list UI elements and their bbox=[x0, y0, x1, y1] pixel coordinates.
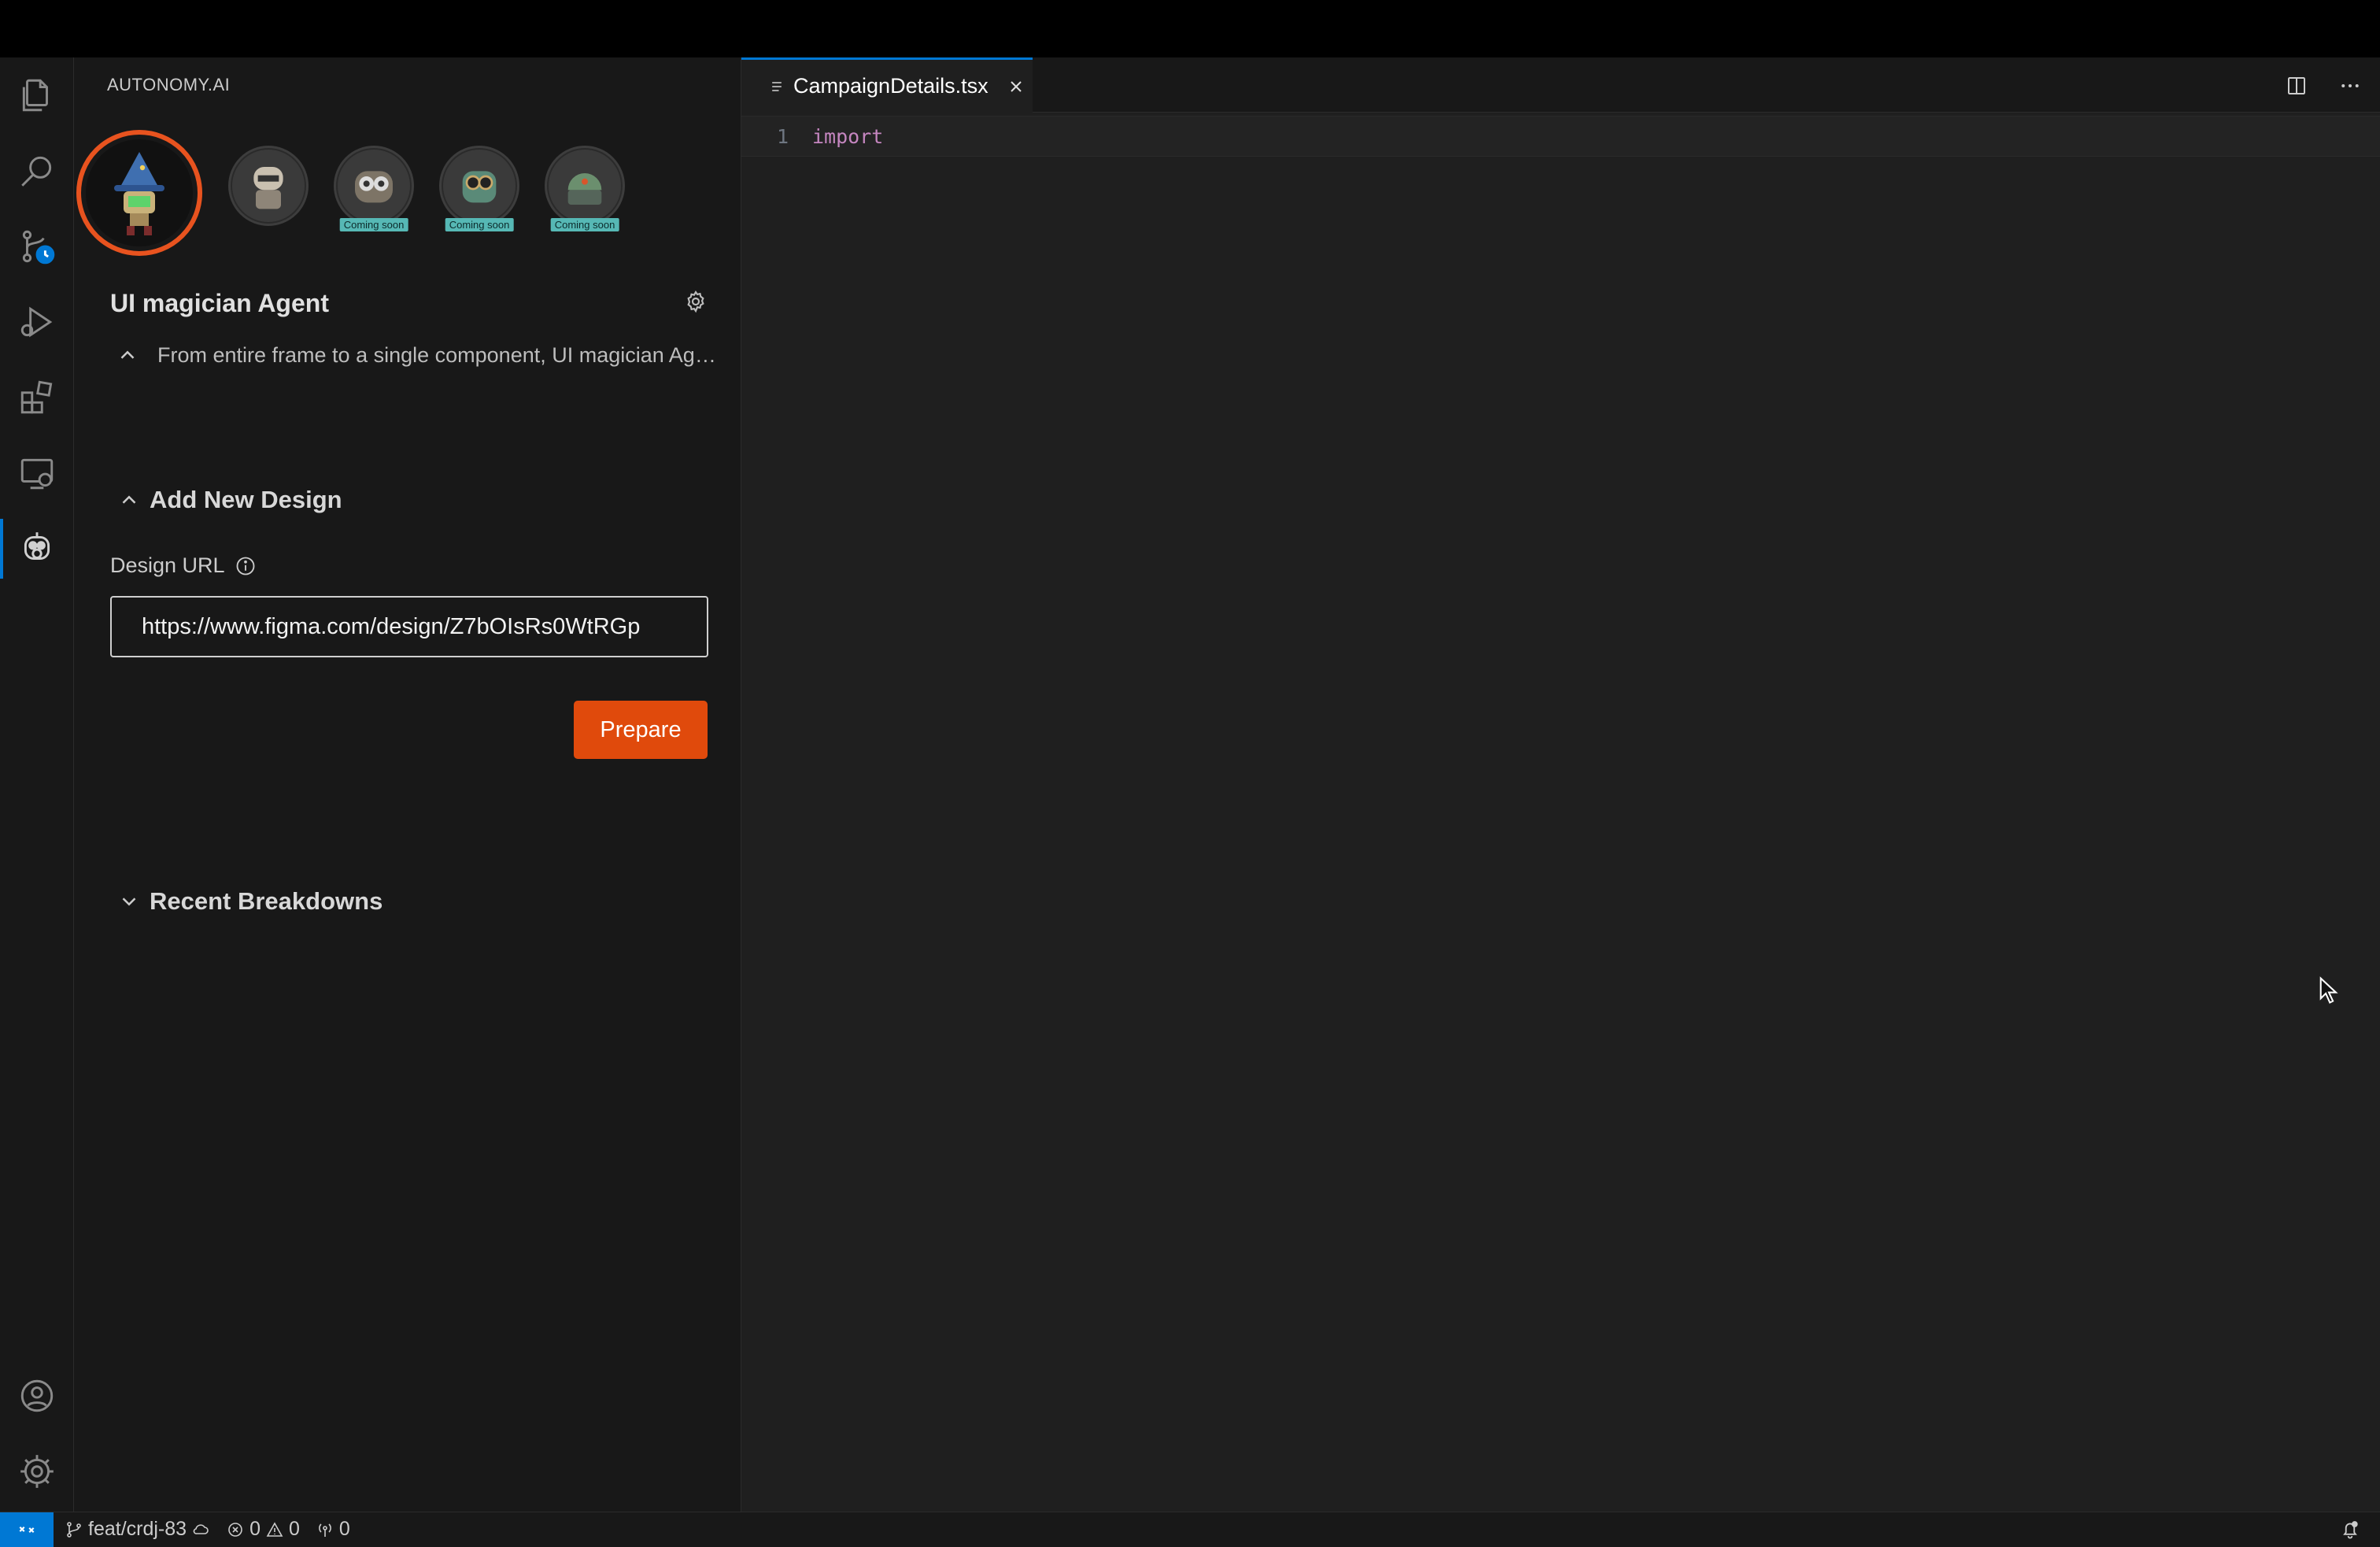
agent-title: UI magician Agent bbox=[110, 289, 329, 317]
recent-breakdowns-heading: Recent Breakdowns bbox=[150, 887, 383, 915]
coming-soon-badge: Coming soon bbox=[339, 218, 408, 231]
broadcast-icon bbox=[318, 1523, 331, 1537]
ports-count: 0 bbox=[338, 1518, 350, 1540]
design-url-label: Design URL bbox=[110, 553, 225, 577]
error-count: 0 bbox=[249, 1518, 261, 1540]
tab-campaign-details[interactable]: CampaignDetails.tsx bbox=[741, 57, 1033, 113]
coming-soon-badge: Coming soon bbox=[445, 218, 514, 231]
error-icon bbox=[228, 1522, 242, 1537]
remote-indicator[interactable] bbox=[0, 1512, 54, 1547]
extensions-icon[interactable] bbox=[0, 360, 74, 435]
line-number: 1 bbox=[776, 124, 789, 148]
agent-selector: Coming soon Coming soon Coming soon bbox=[74, 130, 741, 264]
branch-name: feat/crdj-83 bbox=[88, 1518, 187, 1540]
source-control-icon[interactable] bbox=[0, 209, 74, 284]
account-icon[interactable] bbox=[0, 1358, 74, 1434]
mouse-pointer-icon bbox=[2319, 976, 2342, 1008]
remote-explorer-icon[interactable] bbox=[0, 435, 74, 511]
agent-description-row[interactable]: From entire frame to a single component,… bbox=[113, 341, 735, 369]
git-branch-icon bbox=[67, 1521, 81, 1538]
ports-indicator[interactable]: 0 bbox=[316, 1518, 350, 1541]
editor-tab-bar: CampaignDetails.tsx bbox=[741, 57, 2380, 113]
green-robot-avatar bbox=[443, 150, 516, 222]
agent-settings-gear-icon[interactable] bbox=[680, 286, 711, 317]
problems-indicator[interactable]: 0 0 bbox=[226, 1518, 300, 1541]
activity-bar bbox=[0, 57, 74, 1512]
chevron-down-icon bbox=[115, 887, 143, 916]
agent-avatar-2[interactable] bbox=[228, 146, 309, 226]
design-url-input[interactable] bbox=[110, 596, 708, 657]
search-icon[interactable] bbox=[0, 133, 74, 209]
chevron-up-icon bbox=[115, 486, 143, 514]
info-icon[interactable] bbox=[235, 555, 257, 577]
wizard-robot-avatar bbox=[86, 139, 193, 246]
editor-actions bbox=[2281, 70, 2366, 102]
split-editor-icon[interactable] bbox=[2281, 70, 2312, 102]
prepare-button[interactable]: Prepare bbox=[574, 701, 708, 759]
code-line[interactable]: 1 import bbox=[741, 116, 2380, 157]
status-bar: feat/crdj-83 0 0 0 bbox=[0, 1512, 2380, 1547]
autonomy-sidebar: AUTONOMY.AI Coming soon Coming soon Comi… bbox=[74, 57, 741, 1512]
warning-count: 0 bbox=[288, 1518, 300, 1540]
design-url-label-row: Design URL bbox=[110, 553, 257, 578]
notifications-bell-icon[interactable] bbox=[2339, 1519, 2361, 1541]
branch-indicator[interactable]: feat/crdj-83 bbox=[65, 1518, 210, 1541]
chevron-up-icon[interactable] bbox=[113, 341, 142, 369]
window-title-bar bbox=[0, 0, 2380, 57]
cloud-sync-icon bbox=[193, 1523, 209, 1534]
agent-avatar-3[interactable]: Coming soon bbox=[334, 146, 414, 231]
run-debug-icon[interactable] bbox=[0, 284, 74, 360]
agent-avatar-4[interactable]: Coming soon bbox=[439, 146, 519, 231]
goggle-robot-avatar bbox=[338, 150, 410, 222]
dome-robot-avatar bbox=[549, 150, 621, 222]
autonomy-agent-icon[interactable] bbox=[0, 511, 74, 587]
close-icon[interactable] bbox=[1006, 76, 1026, 97]
recent-breakdowns-header[interactable]: Recent Breakdowns bbox=[115, 887, 382, 916]
code-text[interactable]: import bbox=[803, 125, 883, 148]
file-lines-icon bbox=[768, 78, 785, 95]
add-new-design-header[interactable]: Add New Design bbox=[115, 486, 342, 514]
more-actions-icon[interactable] bbox=[2334, 70, 2366, 102]
explorer-icon[interactable] bbox=[0, 57, 74, 133]
sidebar-title: AUTONOMY.AI bbox=[107, 75, 231, 94]
agent-avatar-5[interactable]: Coming soon bbox=[545, 146, 625, 231]
coming-soon-badge: Coming soon bbox=[550, 218, 619, 231]
agent-description: From entire frame to a single component,… bbox=[157, 342, 724, 367]
manage-gear-icon[interactable] bbox=[0, 1434, 74, 1509]
tab-label: CampaignDetails.tsx bbox=[793, 74, 989, 98]
editor-area[interactable]: CampaignDetails.tsx 1 import bbox=[741, 57, 2380, 1512]
robot-avatar bbox=[232, 150, 305, 222]
warning-icon bbox=[266, 1521, 283, 1537]
agent-avatar-ui-magician[interactable] bbox=[76, 130, 202, 256]
add-new-design-heading: Add New Design bbox=[150, 486, 342, 513]
